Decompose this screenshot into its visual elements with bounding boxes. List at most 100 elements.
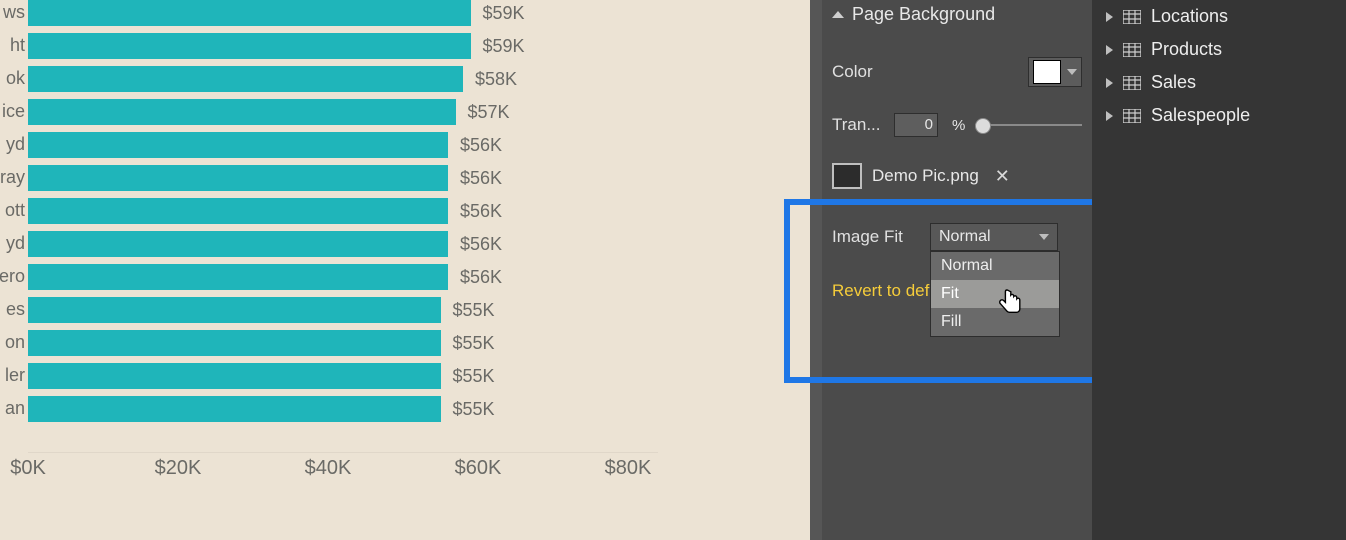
table-icon bbox=[1123, 76, 1141, 90]
bar[interactable] bbox=[28, 363, 441, 389]
bar[interactable] bbox=[28, 396, 441, 422]
field-table-name: Sales bbox=[1151, 72, 1196, 93]
bar-category-label: ott bbox=[0, 200, 25, 221]
bar-value-label: $59K bbox=[483, 36, 525, 57]
bar-category-label: es bbox=[0, 299, 25, 320]
image-fit-option[interactable]: Fill bbox=[931, 308, 1059, 336]
table-icon bbox=[1123, 109, 1141, 123]
field-table-name: Salespeople bbox=[1151, 105, 1250, 126]
bar-category-label: yd bbox=[0, 233, 25, 254]
bar[interactable] bbox=[28, 264, 448, 290]
chart-canvas: ws$59Kht$59Kok$58Kice$57Kyd$56Kray$56Kot… bbox=[0, 0, 815, 540]
row-background-image: Demo Pic.png ✕ bbox=[822, 157, 1092, 195]
bar[interactable] bbox=[28, 0, 471, 26]
table-icon bbox=[1123, 43, 1141, 57]
bar-row: ht $59K bbox=[0, 33, 700, 61]
bar-row: yd $56K bbox=[0, 231, 700, 259]
bar-row: ok $58K bbox=[0, 66, 700, 94]
axis-tick-label: $40K bbox=[305, 457, 352, 480]
bar-category-label: ht bbox=[0, 35, 25, 56]
bar[interactable] bbox=[28, 198, 448, 224]
bar[interactable] bbox=[28, 132, 448, 158]
color-label: Color bbox=[832, 62, 1018, 82]
image-fit-label: Image Fit bbox=[832, 227, 920, 247]
bar-category-label: ws bbox=[0, 2, 25, 23]
row-transparency: Tran... 0 % bbox=[822, 107, 1092, 143]
bar-value-label: $57K bbox=[468, 102, 510, 123]
chevron-down-icon bbox=[1039, 234, 1049, 240]
field-table-item[interactable]: Products bbox=[1092, 33, 1346, 66]
bar[interactable] bbox=[28, 99, 456, 125]
bar-category-label: on bbox=[0, 332, 25, 353]
bar-row: es $55K bbox=[0, 297, 700, 325]
row-image-fit: Image Fit Normal NormalFitFill bbox=[822, 217, 1092, 257]
transparency-slider[interactable] bbox=[975, 124, 1082, 126]
bar-value-label: $56K bbox=[460, 234, 502, 255]
bar-value-label: $58K bbox=[475, 69, 517, 90]
color-picker[interactable] bbox=[1028, 57, 1082, 87]
bar-value-label: $55K bbox=[453, 399, 495, 420]
table-icon bbox=[1123, 10, 1141, 24]
bar-category-label: ok bbox=[0, 68, 25, 89]
bar-category-label: ray bbox=[0, 167, 25, 188]
bar-row: ott $56K bbox=[0, 198, 700, 226]
transparency-label: Tran... bbox=[832, 115, 884, 135]
chevron-down-icon bbox=[1067, 69, 1077, 75]
bar[interactable] bbox=[28, 33, 471, 59]
bar[interactable] bbox=[28, 66, 463, 92]
image-fit-option[interactable]: Normal bbox=[931, 252, 1059, 280]
format-panel: Page Background Color Tran... 0 % Demo P… bbox=[822, 0, 1092, 540]
expand-triangle-icon bbox=[1106, 45, 1113, 55]
bar-value-label: $56K bbox=[460, 201, 502, 222]
bar-value-label: $55K bbox=[453, 300, 495, 321]
bar[interactable] bbox=[28, 231, 448, 257]
bar-category-label: yd bbox=[0, 134, 25, 155]
axis-tick-label: $80K bbox=[605, 457, 652, 480]
bar-category-label: an bbox=[0, 398, 25, 419]
axis-tick-label: $0K bbox=[10, 457, 46, 480]
bar[interactable] bbox=[28, 297, 441, 323]
bar-row: on $55K bbox=[0, 330, 700, 358]
expand-triangle-icon bbox=[1106, 12, 1113, 22]
bar-row: yd $56K bbox=[0, 132, 700, 160]
bar-value-label: $56K bbox=[460, 168, 502, 189]
bar-category-label: ice bbox=[0, 101, 25, 122]
image-fit-dropdown[interactable]: Normal NormalFitFill bbox=[930, 223, 1058, 251]
image-fit-selected[interactable]: Normal bbox=[930, 223, 1058, 251]
row-color: Color bbox=[822, 51, 1092, 93]
field-table-item[interactable]: Sales bbox=[1092, 66, 1346, 99]
image-thumbnail[interactable] bbox=[832, 163, 862, 189]
image-filename: Demo Pic.png bbox=[872, 166, 979, 186]
remove-image-button[interactable]: ✕ bbox=[995, 166, 1010, 187]
image-fit-selected-text: Normal bbox=[939, 228, 991, 246]
image-fit-dropdown-list: NormalFitFill bbox=[930, 251, 1060, 337]
bar-series: ws $59K ht $59K ok $58K ice $57K yd $56K ray $56K ot… bbox=[0, 0, 670, 445]
x-axis: $0K$20K$40K$60K$80K bbox=[28, 452, 658, 483]
bar-value-label: $56K bbox=[460, 135, 502, 156]
image-fit-option[interactable]: Fit bbox=[931, 280, 1059, 308]
axis-tick-label: $20K bbox=[155, 457, 202, 480]
bar-row: an $55K bbox=[0, 396, 700, 424]
bar-value-label: $55K bbox=[453, 333, 495, 354]
transparency-value-input[interactable]: 0 bbox=[894, 113, 938, 137]
bar-row: ray $56K bbox=[0, 165, 700, 193]
bar-value-label: $59K bbox=[483, 3, 525, 24]
field-table-name: Locations bbox=[1151, 6, 1228, 27]
transparency-unit: % bbox=[952, 117, 965, 134]
bar-row: ice $57K bbox=[0, 99, 700, 127]
bar-value-label: $56K bbox=[460, 267, 502, 288]
axis-tick-label: $60K bbox=[455, 457, 502, 480]
color-swatch bbox=[1033, 60, 1061, 84]
bar[interactable] bbox=[28, 165, 448, 191]
field-table-item[interactable]: Locations bbox=[1092, 0, 1346, 33]
field-table-item[interactable]: Salespeople bbox=[1092, 99, 1346, 132]
chevron-up-icon bbox=[832, 11, 844, 18]
bar[interactable] bbox=[28, 330, 441, 356]
expand-triangle-icon bbox=[1106, 111, 1113, 121]
bar-row: ws $59K bbox=[0, 0, 700, 28]
bar-category-label: ler bbox=[0, 365, 25, 386]
expand-triangle-icon bbox=[1106, 78, 1113, 88]
bar-value-label: $55K bbox=[453, 366, 495, 387]
section-title: Page Background bbox=[852, 4, 995, 25]
section-header-page-background[interactable]: Page Background bbox=[822, 0, 1092, 35]
